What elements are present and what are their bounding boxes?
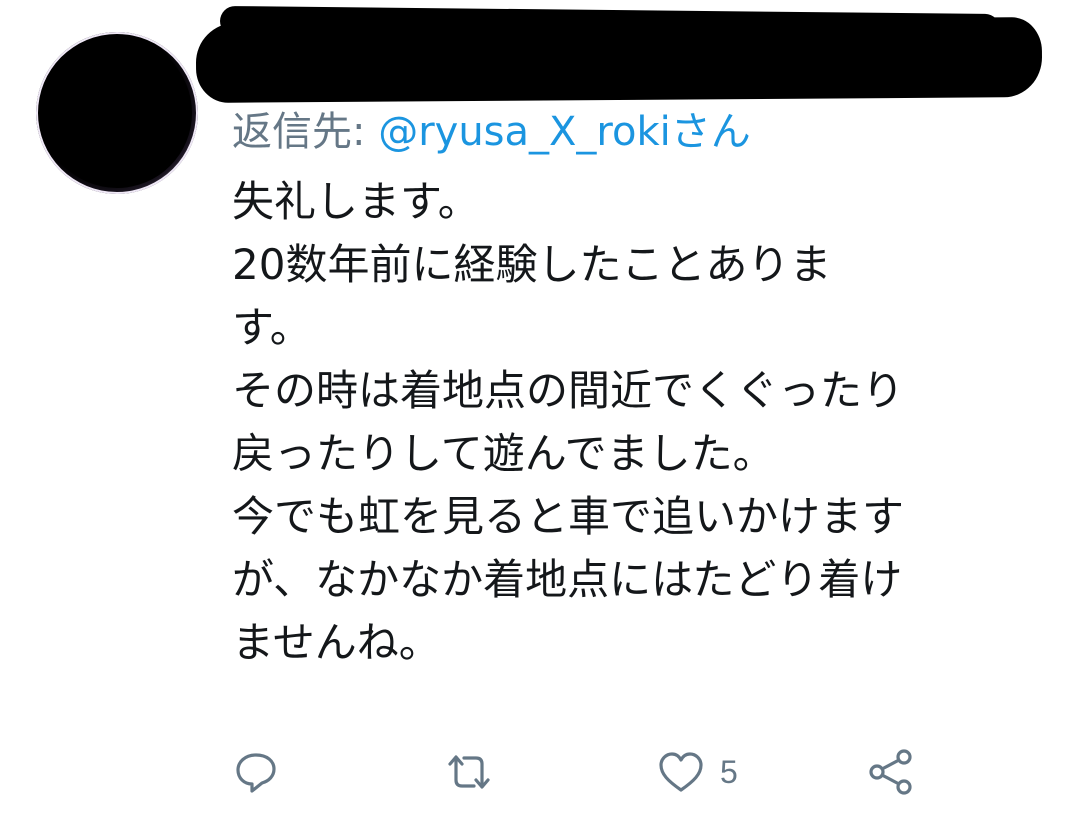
tweet-line: 今でも虹を見ると車で追いかけます [232, 492, 905, 541]
share-icon [869, 749, 912, 795]
tweet-actions: 5 [232, 740, 932, 804]
reply-to-honorific[interactable]: さん [671, 109, 751, 155]
avatar-redaction [42, 38, 192, 188]
heart-icon [659, 752, 703, 792]
reply-to-label: 返信先: [232, 109, 379, 155]
reply-to-handle-link[interactable]: @ryusa_X_roki [378, 109, 671, 155]
tweet-line: 失礼します。 [232, 177, 480, 226]
reply-icon [236, 753, 276, 793]
reply-to-line: 返信先: @ryusa_X_rokiさん [232, 104, 751, 160]
reply-button[interactable] [232, 740, 280, 804]
tweet-line: その時は着地点の間近でくぐったり [232, 366, 905, 415]
retweet-icon [448, 755, 490, 789]
tweet-line: す。 [232, 303, 312, 352]
retweet-button[interactable] [442, 740, 496, 804]
like-count: 5 [720, 753, 738, 790]
tweet-text: 失礼します。 20数年前に経験したことありま す。 その時は着地点の間近でくぐっ… [232, 170, 1052, 674]
tweet-line: ませんね。 [232, 618, 441, 667]
name-redaction [195, 17, 1043, 103]
tweet-line: 戻ったりして遊んでました。 [232, 429, 775, 478]
tweet-line: が、なかなか着地点にはたどり着け [232, 555, 903, 604]
tweet-line: 20数年前に経験したことありま [232, 240, 832, 289]
like-button[interactable]: 5 [656, 740, 738, 804]
share-button[interactable] [866, 740, 916, 804]
